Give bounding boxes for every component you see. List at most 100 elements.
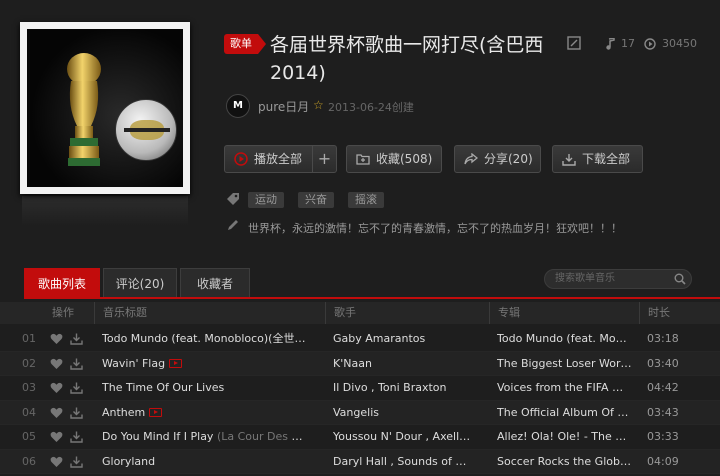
- song-artist[interactable]: K'Naan: [333, 352, 473, 376]
- play-circle-icon: [644, 37, 656, 50]
- song-duration: 03:40: [647, 356, 679, 370]
- download-icon[interactable]: [70, 358, 83, 370]
- song-title-text[interactable]: The Time Of Our Lives: [102, 381, 224, 394]
- song-album[interactable]: The Biggest Loser Workout: [497, 352, 633, 376]
- tag-icon: [227, 193, 239, 205]
- song-table-header: 操作 音乐标题 歌手 专辑 时长: [0, 302, 720, 324]
- tag-item[interactable]: 运动: [248, 192, 284, 208]
- playlist-cover: [20, 22, 190, 194]
- heart-icon[interactable]: [50, 431, 63, 443]
- heart-icon[interactable]: [50, 358, 63, 370]
- table-row[interactable]: 02 Wavin' Flag K'Naan The Biggest Loser Wor…: [0, 351, 720, 376]
- song-artist[interactable]: Vangelis: [333, 401, 473, 425]
- edit-icon[interactable]: [567, 36, 581, 50]
- song-title[interactable]: Do You Mind If I Play (La Cour Des Grand…: [102, 425, 310, 449]
- cover-reflection: [22, 196, 188, 226]
- download-all-button[interactable]: 下载全部: [552, 145, 643, 173]
- tag-list: 运动 兴奋 摇滚: [248, 192, 384, 208]
- song-title[interactable]: Todo Mundo (feat. Monobloco)(全世界): [102, 327, 310, 351]
- download-icon[interactable]: [70, 456, 83, 468]
- col-artist[interactable]: 歌手: [325, 302, 356, 324]
- track-number: 05: [22, 430, 36, 443]
- tab-song-list[interactable]: 歌曲列表: [24, 268, 100, 298]
- song-artist[interactable]: Il Divo , Toni Braxton: [333, 376, 473, 400]
- download-icon[interactable]: [70, 382, 83, 394]
- download-icon[interactable]: [70, 407, 83, 419]
- play-all-button[interactable]: 播放全部 +: [224, 145, 337, 173]
- song-count-stat: 17: [605, 37, 635, 50]
- track-number: 02: [22, 356, 36, 370]
- heart-icon[interactable]: [50, 333, 63, 345]
- add-to-queue-button[interactable]: +: [312, 146, 336, 172]
- heart-icon[interactable]: [50, 456, 63, 468]
- tag-item[interactable]: 兴奋: [298, 192, 334, 208]
- col-album[interactable]: 专辑: [489, 302, 520, 324]
- ball-image: [115, 99, 177, 161]
- song-album[interactable]: Todo Mundo (feat. Monobloco): [497, 327, 633, 351]
- col-ops: 操作: [52, 306, 74, 319]
- song-album[interactable]: Soccer Rocks the Globe: USA: [497, 450, 633, 474]
- song-title[interactable]: Wavin' Flag: [102, 352, 310, 376]
- favorite-button[interactable]: 收藏(508): [346, 145, 442, 173]
- song-title-text[interactable]: Todo Mundo (feat. Monobloco)(全世界): [102, 332, 310, 345]
- song-artist[interactable]: Daryl Hall , Sounds of Blackness: [333, 450, 473, 474]
- share-button[interactable]: 分享(20): [454, 145, 541, 173]
- tag-item[interactable]: 摇滚: [348, 192, 384, 208]
- mv-icon[interactable]: [149, 408, 163, 417]
- song-count: 17: [621, 37, 635, 50]
- download-all-label: 下载全部: [582, 152, 631, 166]
- folder-icon: [356, 154, 370, 165]
- col-title[interactable]: 音乐标题: [94, 302, 147, 324]
- music-note-icon: [606, 37, 615, 50]
- song-title-text[interactable]: Anthem: [102, 406, 145, 419]
- song-duration: 03:18: [647, 332, 679, 345]
- song-title[interactable]: Gloryland: [102, 450, 310, 474]
- download-icon[interactable]: [70, 431, 83, 443]
- col-duration[interactable]: 时长: [639, 302, 670, 324]
- song-album[interactable]: Allez! Ola! Ole! - The Music of: [497, 425, 633, 449]
- table-row[interactable]: 04 Anthem Vangelis The Official Album Of Th…: [0, 400, 720, 425]
- heart-icon[interactable]: [50, 382, 63, 394]
- song-title[interactable]: Anthem: [102, 401, 310, 425]
- track-number: 04: [22, 405, 36, 419]
- play-count-stat: 30450: [644, 37, 697, 50]
- song-title-text[interactable]: Gloryland: [102, 455, 155, 468]
- table-row[interactable]: 03 The Time Of Our Lives Il Divo , Toni Br…: [0, 376, 720, 401]
- song-duration: 04:42: [647, 381, 679, 394]
- song-duration: 03:33: [647, 430, 679, 443]
- song-album[interactable]: Voices from the FIFA World Cup: [497, 376, 633, 400]
- table-row[interactable]: 05 Do You Mind If I Play (La Cour Des Gra…: [0, 425, 720, 450]
- play-count: 30450: [662, 37, 697, 50]
- creator-avatar[interactable]: M: [226, 94, 250, 118]
- playlist-title: 各届世界杯歌曲一网打尽(含巴西2014): [270, 34, 544, 84]
- search-icon[interactable]: [674, 273, 686, 285]
- tab-comments[interactable]: 评论(20): [103, 268, 177, 298]
- song-title-text[interactable]: Do You Mind If I Play: [102, 430, 213, 443]
- favorite-label: 收藏(508): [376, 152, 433, 166]
- creator-name[interactable]: pure日月: [258, 98, 309, 115]
- pencil-icon: [228, 220, 238, 230]
- play-icon: [234, 152, 248, 166]
- track-number: 01: [22, 332, 36, 345]
- song-title[interactable]: The Time Of Our Lives: [102, 376, 310, 400]
- search-input[interactable]: 搜索歌单音乐: [544, 269, 692, 289]
- song-duration: 04:09: [647, 454, 679, 468]
- play-all-label: 播放全部: [254, 152, 303, 166]
- share-icon: [464, 152, 478, 164]
- song-artist[interactable]: Gaby Amarantos: [333, 327, 473, 351]
- table-row[interactable]: 01 Todo Mundo (feat. Monobloco)(全世界) Gaby …: [0, 327, 720, 352]
- mv-icon[interactable]: [169, 359, 183, 368]
- song-duration: 03:43: [647, 405, 679, 419]
- heart-icon[interactable]: [50, 407, 63, 419]
- playlist-description: 世界杯，永远的激情！忘不了的青春激情，忘不了的热血岁月！狂欢吧！！！: [248, 222, 622, 235]
- track-number: 03: [22, 381, 36, 394]
- playlist-badge: 歌单: [224, 34, 266, 54]
- song-title-text[interactable]: Wavin' Flag: [102, 357, 165, 370]
- song-album[interactable]: The Official Album Of The 2002: [497, 401, 633, 425]
- download-icon[interactable]: [70, 333, 83, 345]
- tab-subscribers[interactable]: 收藏者: [180, 268, 250, 298]
- song-artist[interactable]: Youssou N' Dour , Axelle Red: [333, 425, 473, 449]
- download-icon: [562, 153, 576, 166]
- table-row[interactable]: 06 Gloryland Daryl Hall , Sounds of Blackn…: [0, 449, 720, 474]
- track-number: 06: [22, 454, 36, 468]
